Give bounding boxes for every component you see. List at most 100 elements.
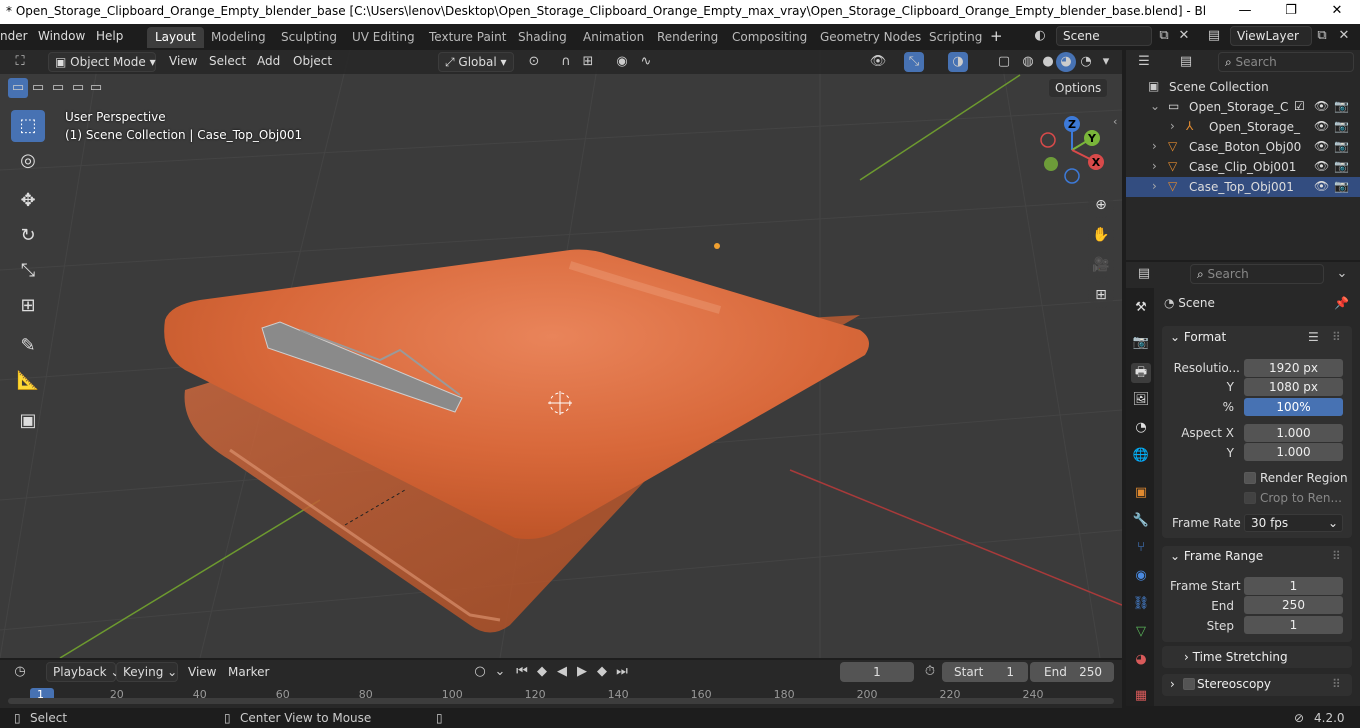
jump-keyframe-forward-icon[interactable]: ◆ bbox=[592, 662, 612, 682]
snap-target-icon[interactable]: ⊞ bbox=[578, 52, 598, 72]
tab-workspace-shading[interactable]: Shading bbox=[510, 27, 575, 48]
time-stretching-header[interactable]: › Time Stretching bbox=[1184, 650, 1288, 664]
texture-tab-icon[interactable]: ▦ bbox=[1131, 686, 1151, 706]
tab-workspace-sculpting[interactable]: Sculpting bbox=[273, 27, 345, 48]
select-subtract-icon[interactable]: ▭ bbox=[48, 78, 68, 98]
select-intersect-icon[interactable]: ▭ bbox=[86, 78, 106, 98]
chevron-right-icon[interactable]: › bbox=[1152, 179, 1157, 193]
material-shading-icon[interactable]: ◕ bbox=[1056, 52, 1076, 72]
chevron-right-icon[interactable]: › bbox=[1152, 159, 1157, 173]
mode-dropdown[interactable]: ▣ Object Mode ▾ bbox=[48, 52, 156, 72]
chevron-right-icon[interactable]: › bbox=[1152, 139, 1157, 153]
chevron-down-icon[interactable]: ⌄ bbox=[1150, 99, 1160, 113]
drag-handle-icon[interactable]: ⠿ bbox=[1332, 330, 1341, 344]
scene-field[interactable]: Scene bbox=[1056, 26, 1152, 46]
tab-workspace-rendering[interactable]: Rendering bbox=[649, 27, 726, 48]
chevron-right-icon[interactable]: › bbox=[1170, 119, 1175, 133]
view-layer-tab-icon[interactable]: 🖼 bbox=[1131, 390, 1151, 410]
resolution-percent-field[interactable]: 100% bbox=[1244, 398, 1343, 416]
measure-tool-icon[interactable]: 📐 bbox=[11, 365, 45, 397]
select-new-icon[interactable]: ▭ bbox=[8, 78, 28, 98]
menu-render[interactable]: nder bbox=[0, 29, 28, 43]
crop-checkbox[interactable] bbox=[1244, 492, 1256, 504]
rotate-tool-icon[interactable]: ↻ bbox=[11, 220, 45, 252]
properties-search-input[interactable]: ⌕ Search bbox=[1190, 264, 1324, 284]
physics-tab-icon[interactable]: ◉ bbox=[1131, 566, 1151, 586]
zoom-icon[interactable]: ⊕ bbox=[1088, 192, 1114, 218]
checkbox-checked-icon[interactable]: ☑ bbox=[1294, 99, 1305, 113]
outliner-row-empty[interactable]: › ⅄ Open_Storage_ 👁 📷 bbox=[1126, 117, 1360, 137]
play-icon[interactable]: ▶ bbox=[572, 662, 592, 682]
frame-end-field[interactable]: 250 bbox=[1244, 596, 1343, 614]
scale-tool-icon[interactable]: ⤡ bbox=[11, 255, 45, 287]
rendered-shading-icon[interactable]: ◔ bbox=[1076, 52, 1096, 72]
remove-scene-icon[interactable]: ✕ bbox=[1174, 26, 1194, 46]
timeline-editor-icon[interactable]: ◷ bbox=[10, 662, 30, 682]
constraints-tab-icon[interactable]: ⛓ bbox=[1131, 594, 1151, 614]
menu-help[interactable]: Help bbox=[96, 29, 123, 43]
output-tab-icon[interactable]: 🖶 bbox=[1131, 363, 1151, 383]
tab-workspace-texture-paint[interactable]: Texture Paint bbox=[421, 27, 514, 48]
add-cube-tool-icon[interactable]: ▣ bbox=[11, 405, 45, 437]
outliner-row-scene-collection[interactable]: ▣ Scene Collection bbox=[1126, 77, 1360, 97]
select-menu[interactable]: Select bbox=[209, 54, 246, 68]
viewlayer-field[interactable]: ViewLayer bbox=[1230, 26, 1312, 46]
timeline-start-field[interactable]: Start 1 bbox=[942, 662, 1028, 682]
stereoscopy-header[interactable]: › bbox=[1170, 677, 1175, 691]
add-workspace-button[interactable]: + bbox=[990, 27, 1003, 45]
tab-workspace-animation[interactable]: Animation bbox=[575, 27, 652, 48]
jump-end-icon[interactable]: ⏭ bbox=[612, 662, 632, 682]
tab-workspace-scripting[interactable]: Scripting bbox=[921, 27, 990, 48]
stereoscopy-checkbox[interactable] bbox=[1183, 678, 1195, 690]
visibility-icon[interactable]: 👁 bbox=[868, 52, 888, 72]
frame-step-field[interactable]: 1 bbox=[1244, 616, 1343, 634]
sidebar-toggle-icon[interactable]: ‹ bbox=[1113, 115, 1117, 128]
outliner-row-clipboard-collection[interactable]: ⌄ ▭ Open_Storage_Clip ☑ 👁 📷 bbox=[1126, 97, 1360, 117]
view-menu[interactable]: View bbox=[169, 54, 197, 68]
falloff-icon[interactable]: ∿ bbox=[636, 52, 656, 72]
remove-viewlayer-icon[interactable]: ✕ bbox=[1334, 26, 1354, 46]
resolution-x-field[interactable]: 1920 px bbox=[1244, 359, 1343, 377]
camera-icon[interactable]: 📷 bbox=[1334, 119, 1349, 133]
camera-icon[interactable]: 📷 bbox=[1334, 159, 1349, 173]
tab-workspace-geometry-nodes[interactable]: Geometry Nodes bbox=[812, 27, 929, 48]
gizmo-toggle-icon[interactable]: ⤡ bbox=[904, 52, 924, 72]
select-invert-icon[interactable]: ▭ bbox=[68, 78, 88, 98]
maximize-button[interactable]: ❐ bbox=[1268, 0, 1314, 24]
material-tab-icon[interactable]: ◕ bbox=[1131, 650, 1151, 670]
new-scene-icon[interactable]: ⧉ bbox=[1154, 26, 1174, 46]
jump-start-icon[interactable]: ⏮ bbox=[512, 662, 532, 682]
keying-dropdown[interactable]: Keying ⌄ bbox=[116, 662, 178, 682]
eye-icon[interactable]: 👁 bbox=[1314, 159, 1329, 173]
add-menu[interactable]: Add bbox=[257, 54, 280, 68]
frame-range-panel-header[interactable]: ⌄ Frame Range bbox=[1170, 549, 1263, 563]
format-panel-header[interactable]: ⌄ Format bbox=[1170, 330, 1226, 344]
editor-type-icon[interactable]: ⛶ bbox=[10, 52, 30, 72]
world-tab-icon[interactable]: 🌐 bbox=[1131, 446, 1151, 466]
camera-icon[interactable]: 📷 bbox=[1334, 139, 1349, 153]
scene-icon[interactable]: ◐ bbox=[1030, 26, 1050, 46]
outliner-editor-icon[interactable]: ☰ bbox=[1134, 52, 1154, 72]
options-dropdown[interactable]: Options bbox=[1048, 78, 1109, 98]
stopwatch-icon[interactable]: ⏱ bbox=[920, 662, 940, 682]
tab-workspace-layout[interactable]: Layout bbox=[147, 27, 204, 48]
move-tool-icon[interactable]: ✥ bbox=[11, 185, 45, 217]
eye-icon[interactable]: 👁 bbox=[1314, 99, 1329, 113]
outliner-search-input[interactable]: ⌕ Search bbox=[1218, 52, 1354, 72]
tool-tab-icon[interactable]: ⚒ bbox=[1131, 298, 1151, 318]
tab-workspace-compositing[interactable]: Compositing bbox=[724, 27, 815, 48]
eye-icon[interactable]: 👁 bbox=[1314, 119, 1329, 133]
drag-handle-icon[interactable]: ⠿ bbox=[1332, 677, 1341, 691]
select-extend-icon[interactable]: ▭ bbox=[28, 78, 48, 98]
snap-magnet-icon[interactable]: ∩ bbox=[556, 52, 576, 72]
eye-icon[interactable]: 👁 bbox=[1314, 179, 1329, 193]
playback-dropdown[interactable]: Playback ⌄ bbox=[46, 662, 120, 682]
pin-icon[interactable]: 📌 bbox=[1334, 296, 1349, 310]
outliner-filter-icon[interactable]: ▤ bbox=[1176, 52, 1196, 72]
render-region-checkbox[interactable] bbox=[1244, 472, 1256, 484]
transform-tool-icon[interactable]: ⊞ bbox=[11, 290, 45, 322]
overlays-icon[interactable]: ◑ bbox=[948, 52, 968, 72]
outliner-row-case-boton[interactable]: › ▽ Case_Boton_Obj00 👁 📷 bbox=[1126, 137, 1360, 157]
camera-view-icon[interactable]: 🎥 bbox=[1088, 252, 1114, 278]
xray-icon[interactable]: ▢ bbox=[994, 52, 1014, 72]
